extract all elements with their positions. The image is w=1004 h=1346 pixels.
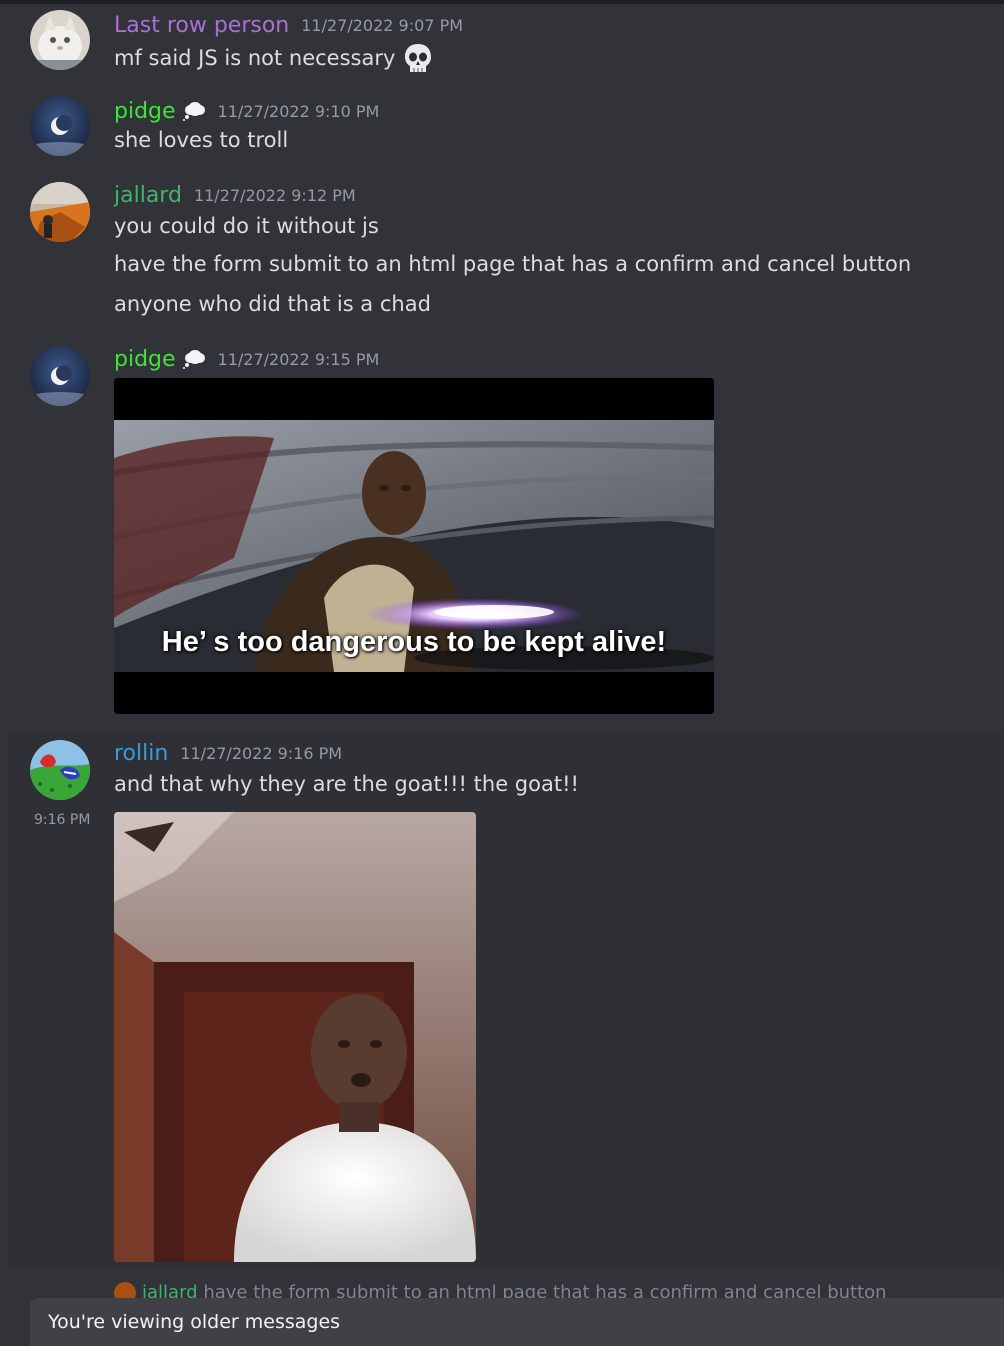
message-text: have the form submit to an html page tha… [114, 252, 912, 276]
username[interactable]: rollin [114, 741, 168, 766]
older-messages-label: You're viewing older messages [48, 1311, 341, 1333]
avatar[interactable] [30, 182, 90, 242]
message-header: pidge 11/27/2022 9:10 PM [114, 96, 379, 126]
chat-window: Last row person 11/27/2022 9:07 PM mf sa… [0, 0, 1004, 1346]
username[interactable]: pidge [114, 99, 176, 124]
timestamp[interactable]: 11/27/2022 9:07 PM [301, 16, 463, 35]
avatar[interactable] [30, 10, 90, 70]
older-messages-banner[interactable]: You're viewing older messages [30, 1298, 1004, 1346]
message-text: mf said JS is not necessary [114, 42, 433, 76]
timestamp[interactable]: 11/27/2022 9:12 PM [194, 186, 356, 205]
avatar[interactable] [30, 346, 90, 406]
gif-attachment[interactable] [114, 812, 476, 1262]
timestamp[interactable]: 11/27/2022 9:15 PM [218, 350, 380, 369]
message-header: jallard 11/27/2022 9:12 PM [114, 180, 356, 210]
top-divider [0, 0, 1004, 4]
thought-bubble-icon [182, 101, 206, 121]
thought-bubble-icon [182, 349, 206, 369]
username[interactable]: Last row person [114, 13, 289, 38]
reply-preview[interactable]: jallard have the form submit to an html … [114, 1282, 887, 1298]
avatar[interactable] [30, 96, 90, 156]
gif-attachment[interactable]: He’ s too dangerous to be kept alive! [114, 378, 714, 714]
gif-caption: He’ s too dangerous to be kept alive! [161, 626, 667, 658]
message-header: Last row person 11/27/2022 9:07 PM [114, 10, 463, 40]
timestamp[interactable]: 11/27/2022 9:16 PM [180, 744, 342, 763]
message-text: you could do it without js [114, 214, 379, 238]
message-header: pidge 11/27/2022 9:15 PM [114, 344, 379, 374]
reply-avatar-icon [114, 1282, 136, 1298]
username[interactable]: jallard [114, 183, 182, 208]
message-line: mf said JS is not necessary [114, 46, 396, 70]
timestamp[interactable]: 11/27/2022 9:10 PM [218, 102, 380, 121]
message-text: she loves to troll [114, 128, 289, 152]
reply-text: have the form submit to an html page tha… [203, 1282, 887, 1298]
reply-username: jallard [142, 1282, 198, 1298]
skull-icon[interactable] [403, 42, 433, 76]
message-text: and that why they are the goat!!! the go… [114, 772, 579, 796]
gif-frame [114, 378, 714, 714]
message-header: rollin 11/27/2022 9:16 PM [114, 738, 342, 768]
message-text: anyone who did that is a chad [114, 292, 431, 316]
hover-timestamp[interactable]: 9:16 PM [34, 812, 90, 828]
username[interactable]: pidge [114, 347, 176, 372]
avatar[interactable] [30, 740, 90, 800]
gif-frame [114, 812, 476, 1262]
